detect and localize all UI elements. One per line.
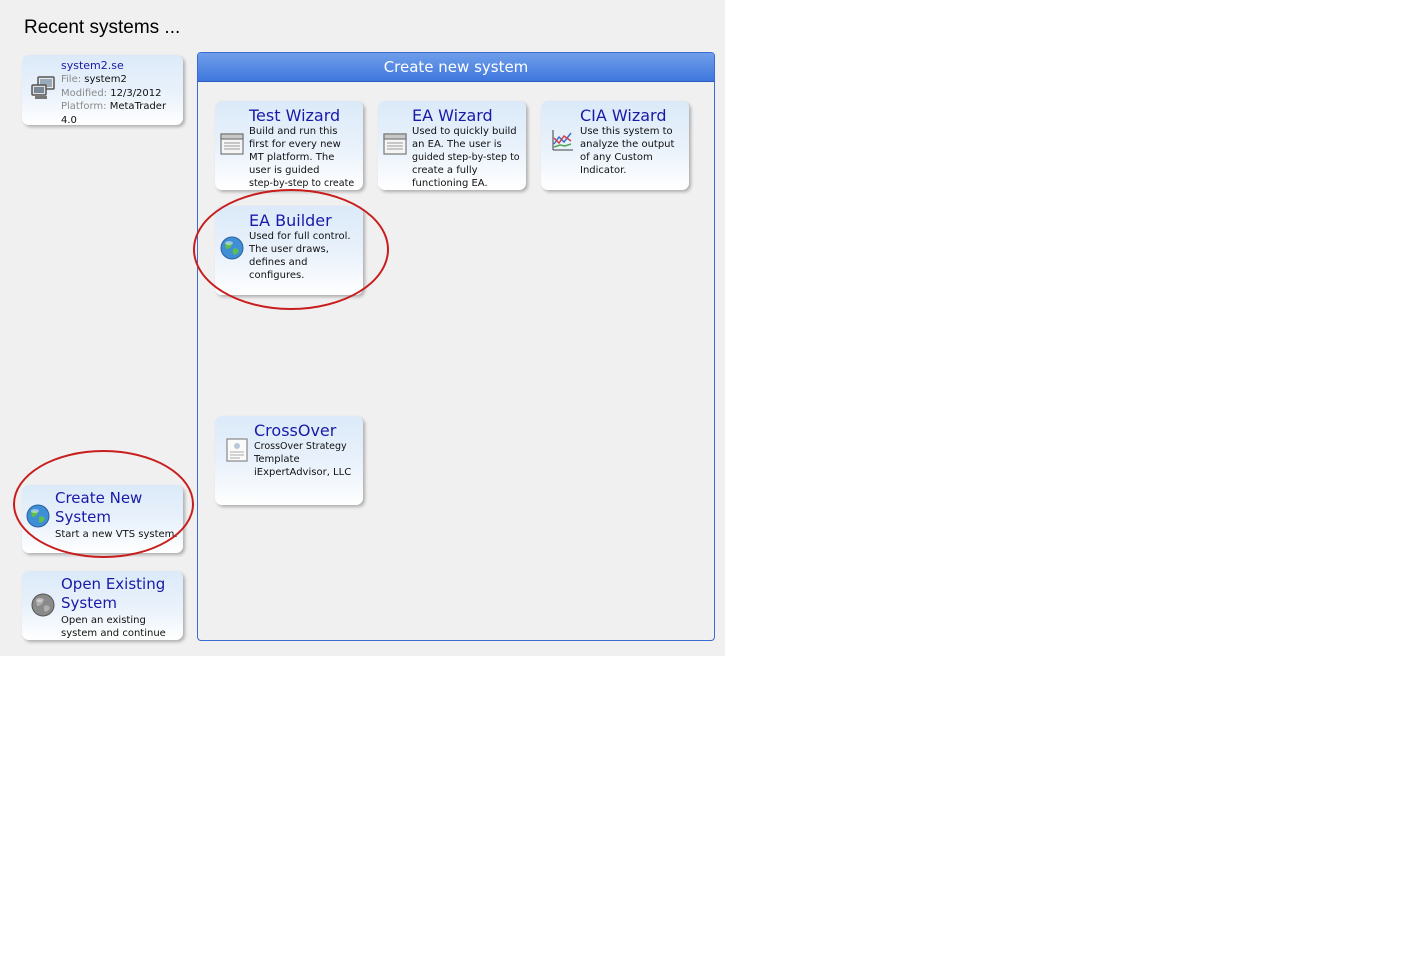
modified-value: 12/3/2012 <box>110 88 162 99</box>
window-icon <box>383 133 407 159</box>
ea-builder-desc-3: defines and <box>249 257 308 268</box>
open-existing-desc-line1: Open an existing <box>61 615 146 626</box>
cia-wizard-desc-3: of any Custom <box>580 152 653 163</box>
recent-system-name[interactable]: system2.se <box>61 59 124 73</box>
platform-version: 4.0 <box>61 115 77 126</box>
create-new-system-panel: Create new system Test Wizard Build and … <box>197 52 715 641</box>
test-wizard-desc-5: step-by-step to create <box>249 178 355 189</box>
file-value: system2 <box>84 74 127 85</box>
test-wizard-desc-2: first for every new <box>249 139 341 150</box>
open-existing-title-line1: Open Existing <box>61 575 166 593</box>
ea-wizard-desc-3: guided step-by-step to <box>412 152 520 163</box>
test-wizard-desc-3: MT platform. The <box>249 152 335 163</box>
ea-wizard-desc-2: an EA. The user is <box>412 139 502 150</box>
ea-wizard-desc-4: create a fully <box>412 165 478 176</box>
file-label: File: <box>61 74 82 85</box>
create-new-title-line2: System <box>55 508 111 526</box>
ea-builder-card[interactable]: EA Builder Used for full control. The us… <box>215 206 363 295</box>
recent-file-row: File: system2 <box>61 73 127 87</box>
crossover-desc-3: iExpertAdvisor, LLC <box>254 467 352 478</box>
ea-wizard-desc-1: Used to quickly build <box>412 126 517 137</box>
recent-modified-row: Modified: 12/3/2012 <box>61 87 162 101</box>
platform-value: MetaTrader <box>109 101 167 112</box>
ea-builder-desc-2: The user draws, <box>249 244 329 255</box>
create-new-system-button[interactable]: Create New System Start a new VTS system… <box>22 485 183 553</box>
modified-label: Modified: <box>61 88 108 99</box>
ea-builder-desc-1: Used for full control. <box>249 231 351 242</box>
ea-wizard-desc-5: functioning EA. <box>412 178 488 189</box>
recent-system-card[interactable]: system2.se File: system2 Modified: 12/3/… <box>22 55 183 126</box>
cia-wizard-title: CIA Wizard <box>580 106 667 125</box>
create-new-title-line1: Create New <box>55 489 143 507</box>
computer-icon <box>30 75 56 105</box>
test-wizard-desc-1: Build and run this <box>249 126 338 137</box>
template-icon <box>226 438 248 466</box>
platform-label: Platform: <box>61 101 107 112</box>
cia-wizard-card[interactable]: CIA Wizard Use this system to analyze th… <box>541 101 689 190</box>
recent-platform-row: Platform: MetaTrader <box>61 100 166 114</box>
test-wizard-card[interactable]: Test Wizard Build and run this first for… <box>215 101 363 190</box>
globe-icon <box>26 504 50 532</box>
cia-wizard-desc-1: Use this system to <box>580 126 673 137</box>
chart-icon <box>551 128 575 156</box>
test-wizard-title: Test Wizard <box>249 106 341 125</box>
create-new-desc: Start a new VTS system. <box>55 529 178 540</box>
cia-wizard-desc-2: analyze the output <box>580 139 675 150</box>
ea-wizard-title: EA Wizard <box>412 106 493 125</box>
crossover-desc-1: CrossOver Strategy <box>254 441 347 452</box>
crossover-card[interactable]: CrossOver CrossOver Strategy Template iE… <box>215 416 363 505</box>
globe-icon <box>220 236 244 264</box>
globe-gray-icon <box>31 593 55 621</box>
open-existing-title-line2: System <box>61 594 117 612</box>
ea-builder-desc-4: configures. <box>249 270 305 281</box>
ea-builder-title: EA Builder <box>249 211 332 230</box>
panel-header: Create new system <box>198 53 714 82</box>
open-existing-system-button[interactable]: Open Existing System Open an existing sy… <box>22 571 183 640</box>
window-icon <box>220 133 244 159</box>
open-existing-desc-line2: system and continue <box>61 628 166 639</box>
panel-title: Create new system <box>383 58 529 76</box>
cia-wizard-desc-4: Indicator. <box>580 165 627 176</box>
recent-systems-heading: Recent systems ... <box>24 17 181 38</box>
crossover-desc-2: Template <box>254 454 300 465</box>
ea-wizard-card[interactable]: EA Wizard Used to quickly build an EA. T… <box>378 101 526 190</box>
test-wizard-desc-4: user is guided <box>249 165 320 176</box>
crossover-title: CrossOver <box>254 421 337 440</box>
start-page: Recent systems ... system2.se File: syst… <box>0 0 725 656</box>
